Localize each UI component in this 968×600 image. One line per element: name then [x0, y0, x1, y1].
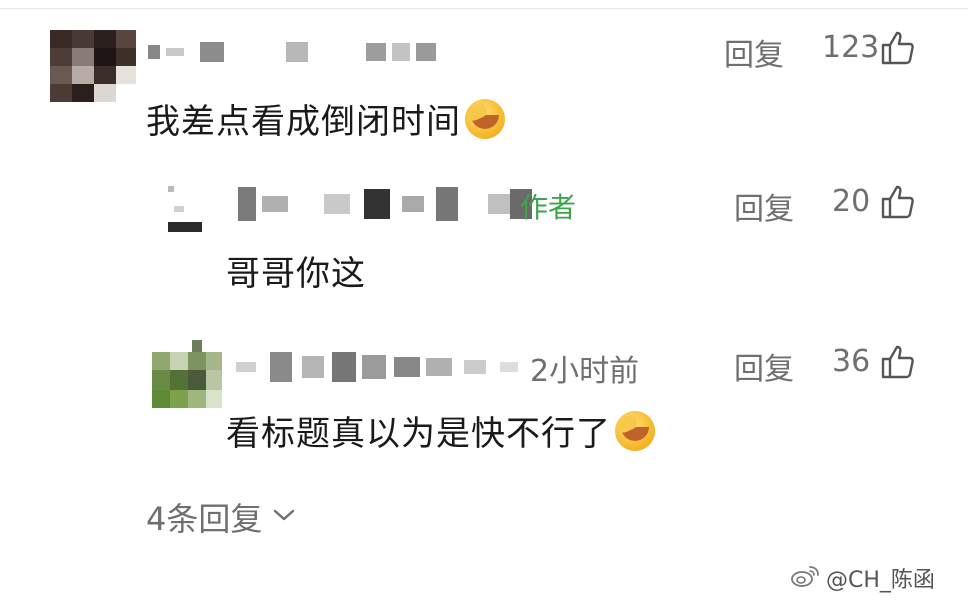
- watermark-text: @CH_陈函: [826, 568, 935, 593]
- avatar-3[interactable]: [152, 340, 222, 408]
- reply-button-1[interactable]: 回复: [724, 30, 784, 74]
- thumbs-up-icon[interactable]: [880, 30, 916, 70]
- reply-button-3[interactable]: 回复: [734, 344, 794, 388]
- chevron-down-icon: [272, 507, 296, 527]
- username-2-redacted[interactable]: [238, 186, 536, 222]
- comment-1-text-content: 我差点看成倒闭时间: [146, 102, 461, 142]
- author-tag: 作者: [520, 191, 577, 224]
- thumbs-up-icon[interactable]: [880, 344, 916, 384]
- watermark: @CH_陈函: [790, 562, 935, 594]
- comment-2-text: 哥哥你这: [226, 254, 366, 294]
- avatar-1[interactable]: [50, 30, 136, 102]
- comment-3-time: 2小时前: [530, 354, 640, 389]
- username-1-redacted[interactable]: [148, 40, 442, 64]
- more-replies-label: 4条回复: [146, 500, 263, 538]
- top-divider: [0, 8, 968, 9]
- like-count-3: 36: [832, 344, 871, 379]
- avatar-2[interactable]: [160, 186, 216, 234]
- facepalm-emoji-icon: [615, 411, 655, 451]
- comment-3-text: 看标题真以为是快不行了: [226, 406, 655, 455]
- like-count-1: 123: [822, 30, 880, 65]
- more-replies-button[interactable]: 4条回复: [146, 494, 296, 540]
- like-count-2: 20: [832, 184, 871, 219]
- thumbs-up-icon[interactable]: [880, 184, 916, 224]
- facepalm-emoji-icon: [465, 99, 505, 139]
- comment-1-text: 我差点看成倒闭时间: [146, 94, 505, 143]
- weibo-logo-icon: [790, 564, 820, 592]
- username-3-redacted[interactable]: [236, 350, 518, 384]
- comment-3-text-content: 看标题真以为是快不行了: [226, 414, 611, 454]
- reply-button-2[interactable]: 回复: [734, 184, 794, 228]
